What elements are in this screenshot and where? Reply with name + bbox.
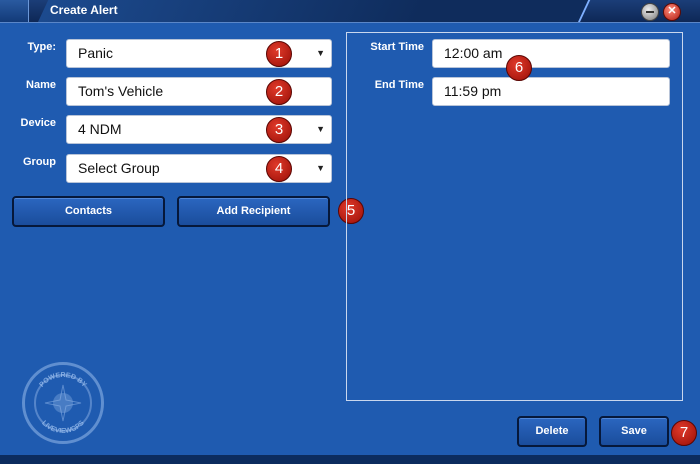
app-menu-icon[interactable] (0, 0, 29, 22)
end-time-input[interactable]: 11:59 pm (432, 77, 670, 106)
callout-badge: 4 (266, 156, 292, 182)
create-alert-window: Create Alert ✕ Type: Panic ▼ Name Tom's … (0, 0, 700, 464)
logo-globe-icon: POWERED BY LIVEVIEWGPS (38, 372, 87, 435)
end-time-label: End Time (374, 79, 424, 91)
device-label: Device (20, 117, 56, 129)
type-label: Type: (27, 41, 56, 53)
type-value: Panic (78, 45, 114, 61)
end-time-value: 11:59 pm (444, 83, 502, 99)
start-time-value: 12:00 am (444, 45, 503, 61)
minimize-icon[interactable] (641, 3, 659, 21)
callout-badge: 6 (506, 55, 532, 81)
dropdown-arrow-icon: ▼ (316, 163, 325, 173)
bottom-strip (0, 455, 700, 464)
dropdown-arrow-icon: ▼ (316, 124, 325, 134)
close-icon[interactable]: ✕ (663, 3, 681, 21)
device-select[interactable]: 4 NDM ▼ (66, 115, 332, 144)
name-label: Name (26, 79, 56, 91)
window-title: Create Alert (50, 3, 118, 17)
add-recipient-button[interactable]: Add Recipient (177, 196, 330, 227)
title-tab (38, 0, 591, 22)
callout-badge: 7 (671, 420, 697, 446)
logo-bottom-text: LIVEVIEWGPS (40, 419, 86, 435)
group-value: Select Group (78, 160, 160, 176)
group-label: Group (23, 156, 56, 168)
save-button[interactable]: Save (599, 416, 669, 447)
callout-badge: 1 (266, 41, 292, 67)
start-time-label: Start Time (370, 41, 424, 53)
title-bar[interactable]: Create Alert ✕ (0, 0, 700, 23)
group-select[interactable]: Select Group ▼ (66, 154, 332, 183)
delete-button[interactable]: Delete (517, 416, 587, 447)
liveviewgps-logo: POWERED BY LIVEVIEWGPS (22, 362, 104, 444)
contacts-button[interactable]: Contacts (12, 196, 165, 227)
callout-badge: 3 (266, 117, 292, 143)
svg-text:LIVEVIEWGPS: LIVEVIEWGPS (40, 419, 86, 435)
callout-badge: 2 (266, 79, 292, 105)
dropdown-arrow-icon: ▼ (316, 48, 325, 58)
name-value: Tom's Vehicle (78, 83, 164, 99)
name-input[interactable]: Tom's Vehicle (66, 77, 332, 106)
device-value: 4 NDM (78, 121, 122, 137)
type-select[interactable]: Panic ▼ (66, 39, 332, 68)
start-time-input[interactable]: 12:00 am (432, 39, 670, 68)
